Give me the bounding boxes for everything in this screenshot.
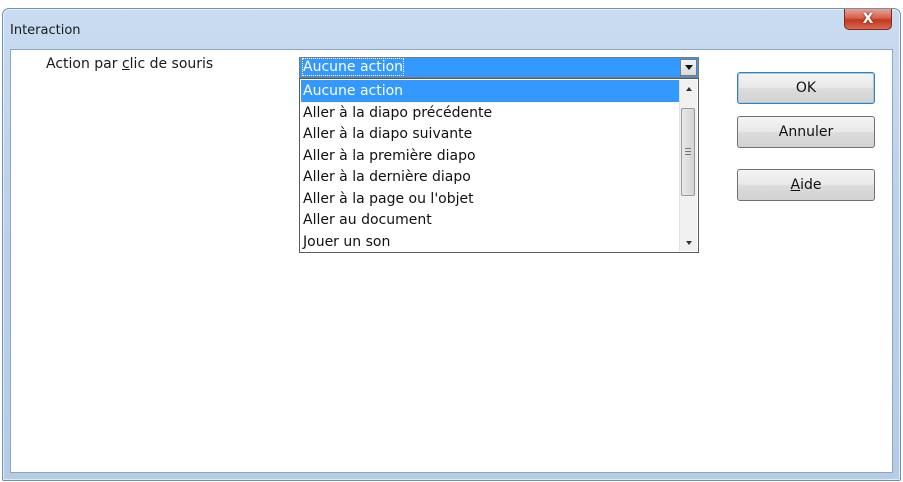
arrow-down-icon bbox=[685, 240, 692, 245]
ok-button[interactable]: OK bbox=[737, 72, 875, 104]
mouse-click-action-label: Action par clic de souris bbox=[46, 56, 214, 72]
dropdown-option[interactable]: Aller au document bbox=[301, 209, 679, 231]
dropdown-option[interactable]: Aucune action bbox=[301, 80, 679, 102]
chevron-down-icon bbox=[684, 65, 693, 70]
grip-line bbox=[685, 148, 691, 149]
arrow-up-icon bbox=[685, 86, 692, 91]
dropdown-toggle-button[interactable] bbox=[680, 59, 697, 76]
window-title: Interaction bbox=[10, 23, 81, 38]
help-button[interactable]: Aide bbox=[737, 169, 875, 201]
close-icon: X bbox=[862, 11, 874, 27]
dropdown-option[interactable]: Aller à la dernière diapo bbox=[301, 166, 679, 188]
dropdown-option[interactable]: Aller à la première diapo bbox=[301, 145, 679, 167]
action-combobox[interactable]: Aucune action bbox=[299, 57, 699, 78]
vertical-scrollbar[interactable] bbox=[679, 80, 697, 251]
scroll-down-button[interactable] bbox=[680, 234, 697, 251]
combobox-value: Aucune action bbox=[301, 58, 405, 76]
title-bar[interactable]: Interaction X bbox=[3, 9, 900, 49]
accelerator-char: c bbox=[121, 56, 130, 72]
dropdown-option[interactable]: Jouer un son bbox=[301, 231, 679, 253]
scroll-thumb[interactable] bbox=[681, 108, 695, 196]
grip-line bbox=[685, 151, 691, 152]
dropdown-option[interactable]: Aller à la page ou l'objet bbox=[301, 188, 679, 210]
scroll-up-button[interactable] bbox=[680, 80, 697, 97]
dropdown-option[interactable]: Aller à la diapo précédente bbox=[301, 102, 679, 124]
close-button[interactable]: X bbox=[844, 9, 892, 30]
dropdown-option[interactable]: Aller à la diapo suivante bbox=[301, 123, 679, 145]
cancel-button[interactable]: Annuler bbox=[737, 116, 875, 148]
action-dropdown-list[interactable]: Aucune action Aller à la diapo précédente… bbox=[299, 78, 699, 253]
grip-line bbox=[685, 154, 691, 155]
